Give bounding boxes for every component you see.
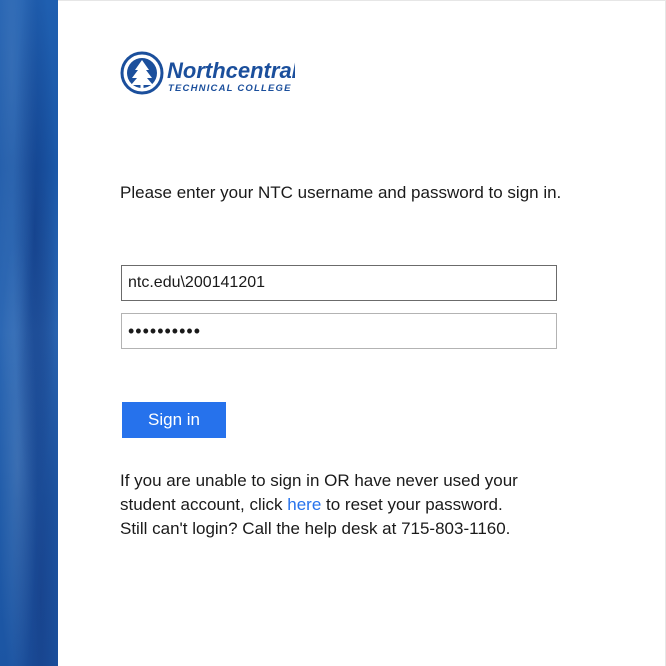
ntc-logo: Northcentral TECHNICAL COLLEGE [120, 51, 295, 97]
help-text: If you are unable to sign in OR have nev… [120, 469, 570, 541]
background-image-strip [0, 0, 58, 666]
sign-in-button[interactable]: Sign in [122, 402, 226, 438]
logo-subtitle: TECHNICAL COLLEGE [168, 83, 292, 94]
sign-in-instructions: Please enter your NTC username and passw… [120, 183, 562, 202]
sign-in-panel: Northcentral TECHNICAL COLLEGE Please en… [58, 0, 666, 666]
password-input[interactable] [121, 313, 557, 349]
login-page: Northcentral TECHNICAL COLLEGE Please en… [0, 0, 666, 666]
helpdesk-text: Still can't login? Call the help desk at… [120, 519, 511, 538]
reset-password-link[interactable]: here [287, 495, 321, 514]
help-text-after-link: to reset your password. [321, 495, 503, 514]
ntc-logo-graphic: Northcentral TECHNICAL COLLEGE [120, 51, 295, 95]
username-input[interactable] [121, 265, 557, 301]
logo-name: Northcentral [167, 58, 295, 83]
